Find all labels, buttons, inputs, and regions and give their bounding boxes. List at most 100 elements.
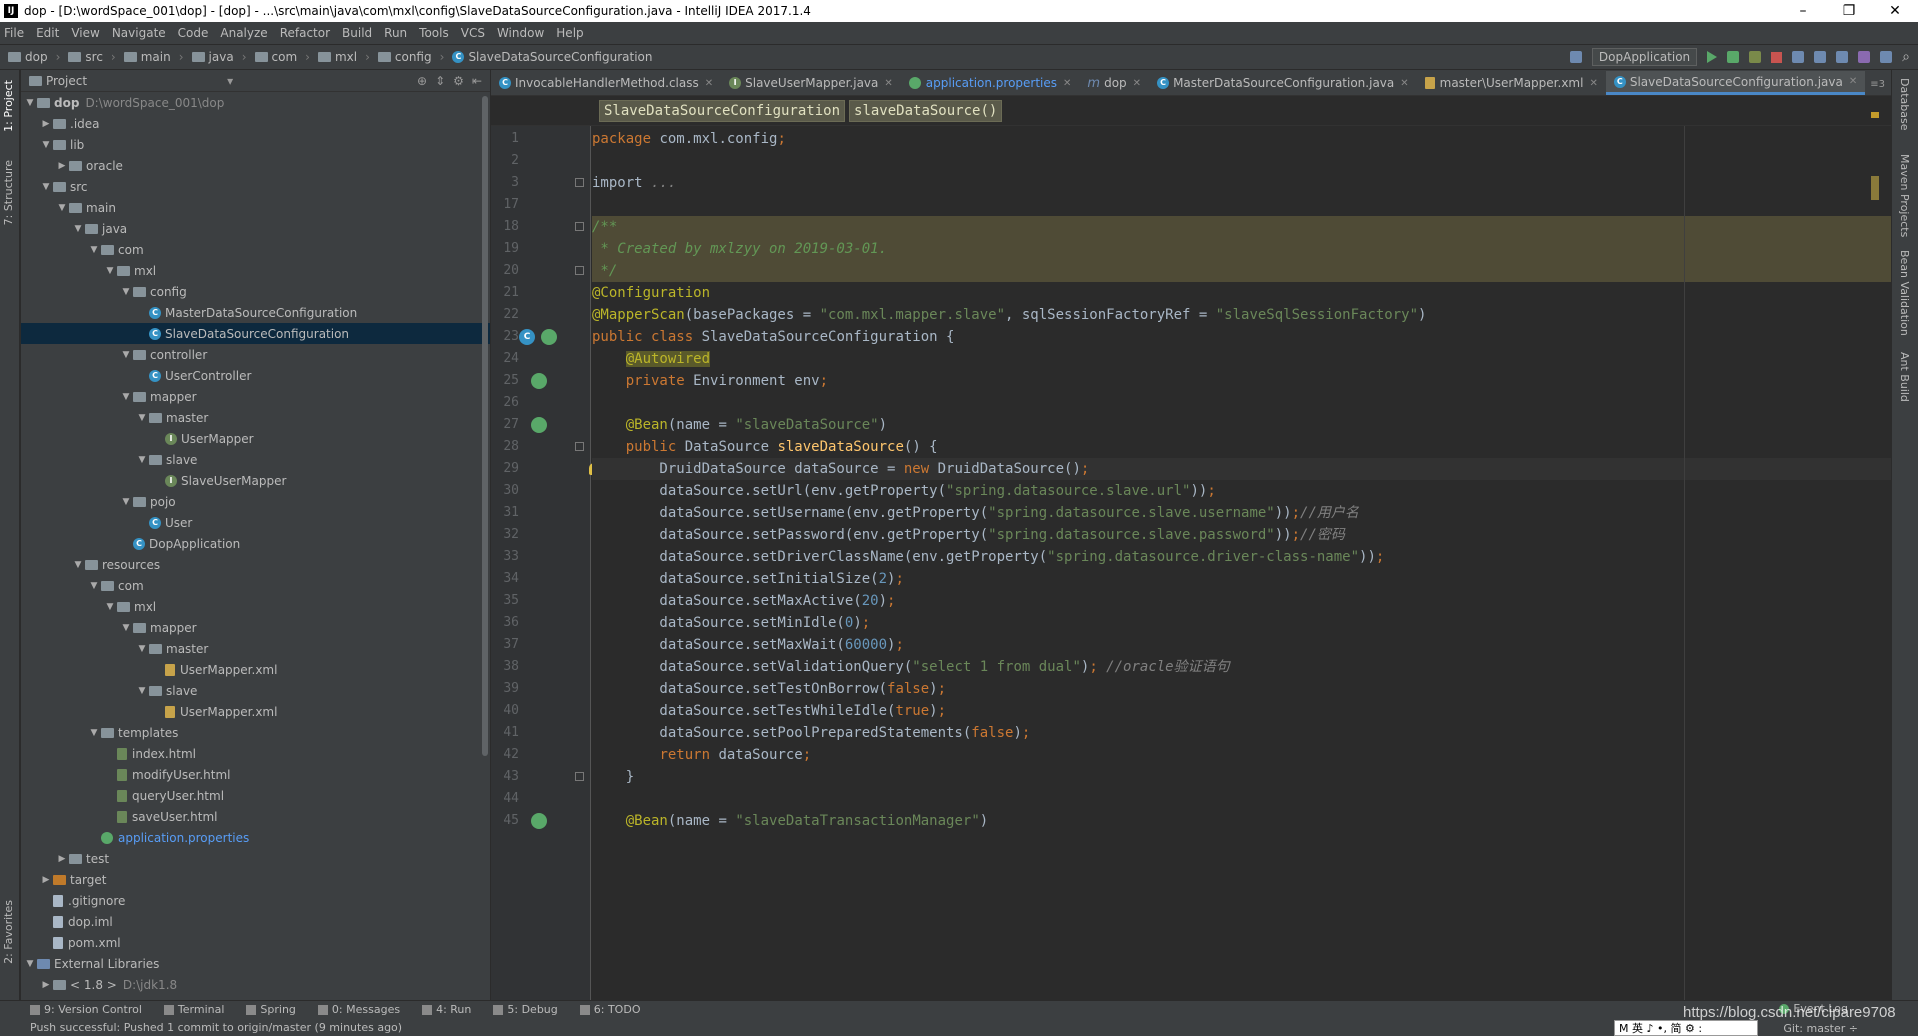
fold-marker-icon[interactable] bbox=[575, 222, 584, 231]
fold-marker-icon[interactable] bbox=[575, 442, 584, 451]
project-scrollbar-thumb[interactable] bbox=[482, 96, 488, 756]
breadcrumb-item[interactable]: src bbox=[68, 50, 103, 64]
expand-arrow-icon[interactable]: ▼ bbox=[55, 203, 69, 213]
tree-item[interactable]: ▼ master bbox=[21, 407, 490, 428]
menu-vcs[interactable]: VCS bbox=[461, 26, 485, 40]
menu-edit[interactable]: Edit bbox=[36, 26, 59, 40]
tree-item[interactable]: index.html bbox=[21, 743, 490, 764]
expand-arrow-icon[interactable]: ▼ bbox=[119, 287, 133, 297]
editor-tab[interactable]: I SlaveUserMapper.java ✕ bbox=[721, 71, 901, 95]
expand-arrow-icon[interactable]: ▼ bbox=[103, 602, 117, 612]
tool-tab-database[interactable]: Database bbox=[1898, 78, 1911, 131]
expand-arrow-icon[interactable]: ▼ bbox=[39, 140, 53, 150]
tree-item[interactable]: ▼ config bbox=[21, 281, 490, 302]
revert-icon[interactable] bbox=[1858, 51, 1871, 63]
menu-tools[interactable]: Tools bbox=[419, 26, 449, 40]
editor-tab[interactable]: C InvocableHandlerMethod.class ✕ bbox=[491, 71, 721, 95]
tree-item[interactable]: UserMapper.xml bbox=[21, 701, 490, 722]
fold-marker-icon[interactable] bbox=[575, 772, 584, 781]
expand-arrow-icon[interactable]: ▼ bbox=[135, 413, 149, 423]
coverage-icon[interactable] bbox=[1749, 51, 1762, 63]
editor-tab[interactable]: m dop ✕ bbox=[1079, 71, 1149, 95]
chevron-down-icon[interactable]: ▾ bbox=[227, 74, 233, 88]
tree-item[interactable]: .gitignore bbox=[21, 890, 490, 911]
gear-icon[interactable]: ⚙ bbox=[453, 74, 464, 88]
menu-code[interactable]: Code bbox=[178, 26, 209, 40]
bottom-tool-vcs[interactable]: 9: Version Control bbox=[30, 1003, 142, 1016]
expand-arrow-icon[interactable]: ▶ bbox=[55, 854, 69, 864]
tool-tab-maven[interactable]: Maven Projects bbox=[1898, 154, 1911, 237]
tree-item[interactable]: ▼ com bbox=[21, 239, 490, 260]
menu-help[interactable]: Help bbox=[556, 26, 583, 40]
expand-arrow-icon[interactable]: ▼ bbox=[23, 98, 37, 108]
tree-item[interactable]: ▼ resources bbox=[21, 554, 490, 575]
tree-item[interactable]: ▼ mxl bbox=[21, 260, 490, 281]
close-tab-icon[interactable]: ✕ bbox=[1589, 78, 1597, 89]
breadcrumb-method[interactable]: slaveDataSource() bbox=[849, 99, 1003, 122]
tree-item[interactable]: C SlaveDataSourceConfiguration bbox=[21, 323, 490, 344]
menu-file[interactable]: File bbox=[4, 26, 24, 40]
tree-item[interactable]: C User bbox=[21, 512, 490, 533]
tree-item[interactable]: ▼ External Libraries bbox=[21, 953, 490, 974]
spring-bean-gutter-icon[interactable] bbox=[531, 417, 547, 433]
expand-arrow-icon[interactable]: ▼ bbox=[119, 350, 133, 360]
tree-item[interactable]: ▼ controller bbox=[21, 344, 490, 365]
tree-item[interactable]: I SlaveUserMapper bbox=[21, 470, 490, 491]
fold-marker-icon[interactable] bbox=[575, 178, 584, 187]
tree-item[interactable]: ▼ templates bbox=[21, 722, 490, 743]
project-structure-icon[interactable] bbox=[1880, 51, 1893, 63]
ime-toolbar[interactable]: M 英 ♪ •, 简 ⚙ : bbox=[1614, 1020, 1758, 1036]
expand-arrow-icon[interactable]: ▶ bbox=[39, 875, 53, 885]
bottom-tool-messages[interactable]: 0: Messages bbox=[317, 1003, 400, 1016]
project-panel-title[interactable]: Project bbox=[46, 74, 87, 88]
tree-item[interactable]: ▼ main bbox=[21, 197, 490, 218]
error-stripe-marker[interactable] bbox=[1871, 176, 1879, 200]
run-icon[interactable] bbox=[1707, 51, 1718, 63]
debug-icon[interactable] bbox=[1727, 51, 1740, 63]
expand-arrow-icon[interactable]: ▶ bbox=[39, 980, 53, 990]
tree-item[interactable]: ▼ mapper bbox=[21, 617, 490, 638]
bottom-tool-debug[interactable]: 5: Debug bbox=[493, 1003, 558, 1016]
tree-item[interactable]: modifyUser.html bbox=[21, 764, 490, 785]
expand-arrow-icon[interactable]: ▼ bbox=[87, 245, 101, 255]
collapse-all-icon[interactable]: ⇕ bbox=[435, 74, 445, 88]
editor-tab[interactable]: C SlaveDataSourceConfiguration.java ✕ bbox=[1605, 71, 1866, 95]
expand-arrow-icon[interactable]: ▶ bbox=[55, 161, 69, 171]
locate-icon[interactable]: ⊕ bbox=[417, 74, 427, 88]
tree-item[interactable]: ▼ pojo bbox=[21, 491, 490, 512]
breadcrumb-item[interactable]: java bbox=[191, 50, 234, 64]
tree-item[interactable]: C DopApplication bbox=[21, 533, 490, 554]
vcs-push-icon[interactable] bbox=[1814, 51, 1827, 63]
expand-arrow-icon[interactable]: ▶ bbox=[39, 119, 53, 129]
minimize-icon[interactable]: – bbox=[1780, 0, 1826, 22]
status-message[interactable]: Push successful: Pushed 1 commit to orig… bbox=[30, 1021, 402, 1034]
git-branch[interactable]: Git: master ÷ bbox=[1783, 1022, 1858, 1035]
menu-window[interactable]: Window bbox=[497, 26, 544, 40]
editor-tab[interactable]: application.properties ✕ bbox=[901, 71, 1080, 95]
breadcrumb-item[interactable]: main bbox=[123, 50, 171, 64]
spring-bean-gutter-icon[interactable] bbox=[541, 329, 557, 345]
expand-arrow-icon[interactable]: ▼ bbox=[71, 224, 85, 234]
breadcrumb-item[interactable]: config bbox=[377, 50, 432, 64]
close-icon[interactable]: ✕ bbox=[1872, 0, 1918, 22]
tree-item[interactable]: ▶ .idea bbox=[21, 113, 490, 134]
menu-refactor[interactable]: Refactor bbox=[280, 26, 330, 40]
bottom-tool-terminal[interactable]: Terminal bbox=[163, 1003, 224, 1016]
tree-item[interactable]: ▶ target bbox=[21, 869, 490, 890]
expand-arrow-icon[interactable]: ▼ bbox=[135, 644, 149, 654]
tree-item[interactable]: ▼ dop D:\wordSpace_001\dop bbox=[21, 92, 490, 113]
vcs-update-icon[interactable] bbox=[1569, 51, 1582, 63]
tree-item[interactable]: C MasterDataSourceConfiguration bbox=[21, 302, 490, 323]
expand-arrow-icon[interactable]: ▼ bbox=[119, 497, 133, 507]
fold-marker-icon[interactable] bbox=[575, 266, 584, 275]
close-tab-icon[interactable]: ✕ bbox=[1063, 78, 1071, 89]
breadcrumb-item[interactable]: mxl bbox=[317, 50, 357, 64]
close-tab-icon[interactable]: ✕ bbox=[1849, 76, 1857, 87]
expand-arrow-icon[interactable]: ▼ bbox=[135, 455, 149, 465]
bottom-tool-run[interactable]: 4: Run bbox=[422, 1003, 471, 1016]
hide-panel-icon[interactable]: ⇤ bbox=[472, 74, 482, 88]
tool-tab-ant-build[interactable]: Ant Build bbox=[1898, 352, 1911, 402]
spring-bean-gutter-icon[interactable] bbox=[531, 373, 547, 389]
bottom-tool-todo[interactable]: 6: TODO bbox=[579, 1003, 640, 1016]
tree-item[interactable]: ▶ test bbox=[21, 848, 490, 869]
